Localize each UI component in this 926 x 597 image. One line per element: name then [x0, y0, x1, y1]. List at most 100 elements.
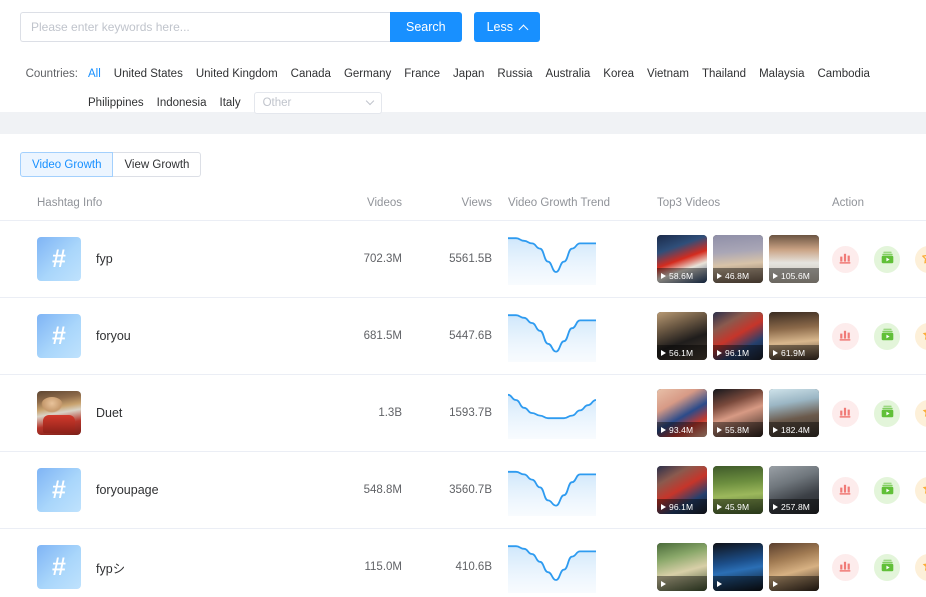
hashtag-avatar-photo[interactable] — [37, 391, 81, 435]
thumbnail-view-count: 257.8M — [781, 501, 810, 512]
country-filter-philippines[interactable]: Philippines — [88, 93, 144, 113]
video-thumbnail[interactable]: 55.8M — [713, 389, 763, 437]
hashtag-avatar-icon[interactable]: # — [37, 545, 81, 589]
country-filter-cambodia[interactable]: Cambodia — [817, 64, 869, 84]
country-filter-thailand[interactable]: Thailand — [702, 64, 746, 84]
table-row[interactable]: # fypシ 115.0M 410.6B — [0, 528, 926, 597]
less-toggle-button[interactable]: Less — [473, 12, 541, 42]
thumbnail-view-badge: 56.1M — [657, 345, 707, 360]
hashtag-avatar-icon[interactable]: # — [37, 314, 81, 358]
column-header-hashtag: Hashtag Info — [0, 197, 310, 221]
cell-hashtag-info: Duet — [0, 374, 310, 452]
country-filter-germany[interactable]: Germany — [344, 64, 391, 84]
play-icon — [773, 349, 778, 356]
less-label: Less — [486, 20, 514, 34]
table-row[interactable]: # foryoupage 548.8M 3560.7B 96.1M 45.9M 257.8M — [0, 451, 926, 529]
video-thumbnail[interactable]: 45.9M — [713, 466, 763, 514]
favorite-button[interactable] — [915, 322, 926, 350]
table-body: # fyp 702.3M 5561.5B 58.6M 46.8M 105.6M # foryou… — [0, 220, 926, 597]
country-filter-canada[interactable]: Canada — [291, 64, 331, 84]
top3-videos: 56.1M 96.1M 61.9M — [657, 312, 832, 360]
videos-button[interactable] — [873, 399, 901, 427]
hashtag-name[interactable]: foryoupage — [96, 483, 159, 497]
tab-view-growth[interactable]: View Growth — [113, 152, 202, 177]
country-filter-united-states[interactable]: United States — [114, 64, 183, 84]
video-thumbnail[interactable]: 58.6M — [657, 235, 707, 283]
analytics-button[interactable] — [832, 476, 859, 504]
analytics-button[interactable] — [832, 322, 859, 350]
hashtag-name[interactable]: fypシ — [96, 558, 125, 577]
country-filter-all[interactable]: All — [88, 64, 101, 84]
thumbnail-view-badge: 55.8M — [713, 422, 763, 437]
video-thumbnail[interactable] — [769, 543, 819, 591]
country-filter-vietnam[interactable]: Vietnam — [647, 64, 689, 84]
thumbnail-view-count: 58.6M — [669, 270, 694, 281]
video-thumbnail[interactable]: 96.1M — [713, 312, 763, 360]
video-thumbnail[interactable]: 61.9M — [769, 312, 819, 360]
favorite-button[interactable] — [915, 399, 926, 427]
analytics-button[interactable] — [832, 553, 859, 581]
search-input[interactable] — [20, 12, 390, 42]
country-filter-france[interactable]: France — [404, 64, 440, 84]
thumbnail-view-badge — [713, 576, 763, 591]
video-thumbnail[interactable] — [657, 543, 707, 591]
cell-top3-videos: 58.6M 46.8M 105.6M — [657, 220, 832, 298]
video-thumbnail[interactable]: 46.8M — [713, 235, 763, 283]
play-icon — [661, 503, 666, 510]
country-filter-australia[interactable]: Australia — [546, 64, 591, 84]
play-icon — [717, 349, 722, 356]
videos-button[interactable] — [873, 553, 901, 581]
country-filter-united-kingdom[interactable]: United Kingdom — [196, 64, 278, 84]
other-country-placeholder: Other — [262, 97, 292, 109]
search-panel: Search Less Countries: All United States U… — [0, 0, 926, 114]
bar-chart-icon — [838, 482, 852, 499]
favorite-button[interactable] — [915, 553, 926, 581]
star-icon — [921, 327, 926, 345]
video-thumbnail[interactable]: 93.4M — [657, 389, 707, 437]
column-header-views: Views — [402, 197, 492, 221]
table-row[interactable]: # foryou 681.5M 5447.6B 56.1M 96.1M 61.9M — [0, 297, 926, 375]
action-buttons — [832, 399, 926, 427]
country-filter-italy[interactable]: Italy — [220, 93, 241, 113]
search-button[interactable]: Search — [390, 12, 462, 42]
thumbnail-view-badge: 105.6M — [769, 268, 819, 283]
thumbnail-view-count: 93.4M — [669, 424, 694, 435]
thumbnail-view-badge — [769, 576, 819, 591]
favorite-button[interactable] — [915, 245, 926, 273]
videos-button[interactable] — [873, 322, 901, 350]
hashtag-avatar-icon[interactable]: # — [37, 468, 81, 512]
thumbnail-view-badge: 96.1M — [713, 345, 763, 360]
thumbnail-view-badge: 45.9M — [713, 499, 763, 514]
country-filter-korea[interactable]: Korea — [603, 64, 634, 84]
video-thumbnail[interactable]: 257.8M — [769, 466, 819, 514]
cell-views-count: 1593.7B — [402, 374, 492, 452]
video-thumbnail[interactable]: 96.1M — [657, 466, 707, 514]
country-filter-malaysia[interactable]: Malaysia — [759, 64, 804, 84]
video-thumbnail[interactable]: 182.4M — [769, 389, 819, 437]
other-country-select[interactable]: Other — [253, 92, 382, 114]
favorite-button[interactable] — [915, 476, 926, 504]
cell-actions — [832, 374, 926, 452]
play-icon — [773, 580, 778, 587]
hashtag-avatar-icon[interactable]: # — [37, 237, 81, 281]
video-thumbnail[interactable]: 105.6M — [769, 235, 819, 283]
table-row[interactable]: # fyp 702.3M 5561.5B 58.6M 46.8M 105.6M — [0, 220, 926, 298]
analytics-button[interactable] — [832, 399, 859, 427]
countries-label: Countries: — [25, 68, 78, 80]
country-filter-russia[interactable]: Russia — [497, 64, 532, 84]
hashtag-name[interactable]: foryou — [96, 329, 131, 343]
thumbnail-view-count: 56.1M — [669, 347, 694, 358]
hashtag-name[interactable]: fyp — [96, 252, 113, 266]
videos-button[interactable] — [873, 245, 901, 273]
table-row[interactable]: Duet 1.3B 1593.7B 93.4M 55.8M 182.4M — [0, 374, 926, 452]
cell-views-count: 5447.6B — [402, 297, 492, 375]
video-thumbnail[interactable] — [713, 543, 763, 591]
hashtag-info: # fypシ — [37, 545, 310, 589]
video-thumbnail[interactable]: 56.1M — [657, 312, 707, 360]
videos-button[interactable] — [873, 476, 901, 504]
analytics-button[interactable] — [832, 245, 859, 273]
hashtag-name[interactable]: Duet — [96, 406, 122, 420]
tab-video-growth[interactable]: Video Growth — [20, 152, 114, 177]
country-filter-indonesia[interactable]: Indonesia — [157, 93, 207, 113]
country-filter-japan[interactable]: Japan — [453, 64, 484, 84]
